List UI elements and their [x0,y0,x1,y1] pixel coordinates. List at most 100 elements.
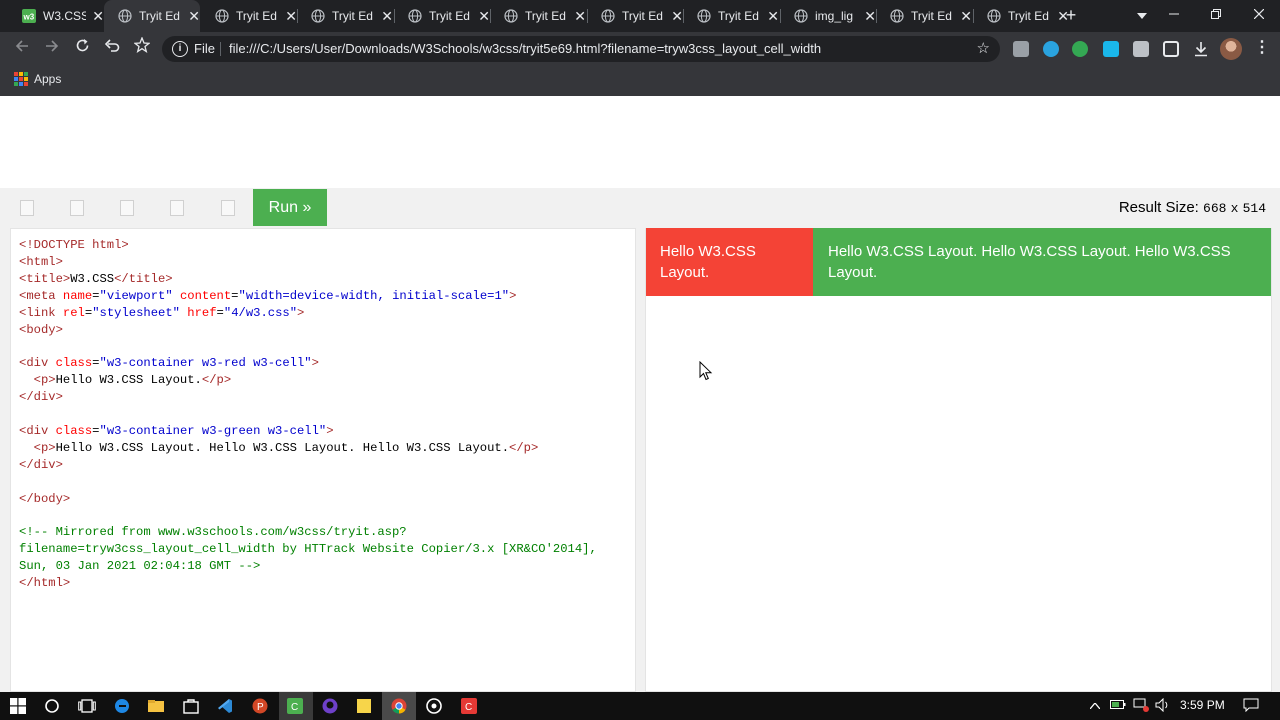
minimize-icon[interactable] [1151,4,1197,26]
tab-close-icon[interactable]: ✕ [960,9,972,23]
globe-icon [311,9,325,23]
svg-text:w3: w3 [23,13,35,22]
tab-close-icon[interactable]: ✕ [92,9,104,23]
obs-icon[interactable] [426,698,442,714]
editor-tool-button[interactable] [70,200,84,216]
svg-text:C: C [465,702,472,713]
task-view-icon[interactable] [78,698,96,714]
address-bar[interactable]: i File file:///C:/Users/User/Downloads/W… [162,36,1000,62]
address-separator [220,42,221,56]
globe-icon [987,9,1001,23]
new-tab-button[interactable]: + [1062,5,1080,27]
apps-grid-icon[interactable] [14,72,28,86]
green-cell: Hello W3.CSS Layout. Hello W3.CSS Layout… [813,228,1271,296]
crop-extension-icon[interactable] [1163,41,1179,57]
system-clock[interactable]: 3:59 PM [1180,698,1225,712]
telegram-extension-icon[interactable] [1043,41,1059,57]
chrome-icon[interactable] [391,698,407,714]
tab-title: img_lig [815,9,854,23]
browser-tab[interactable]: img_lig ✕ [780,0,876,32]
tab-close-icon[interactable]: ✕ [671,9,683,23]
undo-icon[interactable] [100,37,124,61]
tab-separator [394,9,395,23]
vscode-icon[interactable] [217,698,233,714]
tab-close-icon[interactable]: ✕ [478,9,490,23]
windows-start-icon[interactable] [10,698,26,714]
svg-text:P: P [257,702,264,713]
tab-separator [587,9,588,23]
download-icon[interactable] [1193,41,1209,57]
w3schools-green-icon: w3 [22,9,36,23]
globe-icon [890,9,904,23]
back-icon[interactable] [10,37,34,61]
globe-icon [504,9,518,23]
tab-close-icon[interactable]: ✕ [767,9,779,23]
tab-close-icon[interactable]: ✕ [381,9,393,23]
browser-tab[interactable]: Tryit Ed ✕ [201,0,297,32]
tab-separator [780,9,781,23]
battery-icon[interactable] [1110,698,1126,713]
network-icon[interactable] [1133,698,1149,715]
green-extension-icon[interactable] [1072,41,1088,57]
tab-close-icon[interactable]: ✕ [864,9,876,23]
run-button[interactable]: Run » [253,189,327,226]
store-icon[interactable] [183,698,199,714]
vimeo-extension-icon[interactable] [1103,41,1119,57]
reload-icon[interactable] [70,37,94,61]
mail-extension-icon[interactable] [1013,41,1029,57]
globe-icon [794,9,808,23]
url-text[interactable]: file:///C:/Users/User/Downloads/W3School… [229,41,821,56]
tab-title: Tryit Ed [525,9,566,23]
browser-tab[interactable]: w3 W3.CSS ✕ [8,0,104,32]
browser-tab[interactable]: Tryit Ed ✕ [587,0,683,32]
code-text[interactable]: <!DOCTYPE html> <html> <title>W3.CSS</ti… [19,237,597,592]
browser-tab[interactable]: Tryit Ed ✕ [683,0,779,32]
bookmark-page-star-icon[interactable]: ☆ [977,39,990,57]
github-icon[interactable] [322,698,338,714]
recorder-icon[interactable]: C [461,698,477,714]
browser-tab[interactable]: Tryit Ed ✕ [394,0,490,32]
editor-tool-button[interactable] [20,200,34,216]
tab-title: Tryit Ed [622,9,663,23]
sticky-notes-icon[interactable] [356,698,372,714]
profile-avatar[interactable] [1220,38,1242,60]
cortana-search-icon[interactable] [44,698,60,714]
tab-close-icon[interactable]: ✕ [188,9,200,23]
tray-chevron-icon[interactable] [1087,698,1103,712]
globe-icon [408,9,422,23]
site-info-icon[interactable]: i [172,41,188,57]
editor-tool-button[interactable] [170,200,184,216]
globe-icon [697,9,711,23]
edge-browser-icon[interactable] [114,698,130,714]
editor-tool-button[interactable] [120,200,134,216]
apps-bookmark[interactable]: Apps [34,72,61,86]
restore-icon[interactable] [1193,4,1239,26]
page-header-blank [0,96,1280,188]
tab-strip: w3 W3.CSS ✕ Tryit Ed ✕ Tryit Ed ✕ Tryit Ed ✕ Tryi… [0,0,1280,32]
camtasia-icon[interactable]: C [287,698,303,714]
bookmark-star-icon[interactable] [130,36,154,61]
globe-icon [118,9,132,23]
browser-tab[interactable]: Tryit Ed ✕ [297,0,393,32]
code-editor[interactable]: <!DOCTYPE html> <html> <title>W3.CSS</ti… [10,228,636,692]
editor-tool-button[interactable] [221,200,235,216]
editor-toolbar [0,188,1280,226]
tab-close-icon[interactable]: ✕ [574,9,586,23]
forward-icon[interactable] [40,37,64,61]
browser-tab[interactable]: Tryit Ed ✕ [104,0,200,32]
action-center-icon[interactable] [1243,698,1259,715]
tab-close-icon[interactable]: ✕ [285,9,297,23]
puzzle-extension-icon[interactable] [1133,41,1149,57]
powerpoint-icon[interactable]: P [252,698,268,714]
close-window-icon[interactable] [1236,4,1280,26]
scheme-label: File [194,41,215,56]
tab-separator [683,9,684,23]
browser-tab[interactable]: Tryit Ed ✕ [876,0,972,32]
browser-tab[interactable]: Tryit Ed ✕ [973,0,1069,32]
file-explorer-icon[interactable] [148,698,164,714]
globe-icon [601,9,615,23]
volume-icon[interactable] [1155,697,1171,715]
tab-title: Tryit Ed [1008,9,1049,23]
browser-menu-icon[interactable]: ⋮ [1254,38,1270,60]
browser-tab[interactable]: Tryit Ed ✕ [490,0,586,32]
